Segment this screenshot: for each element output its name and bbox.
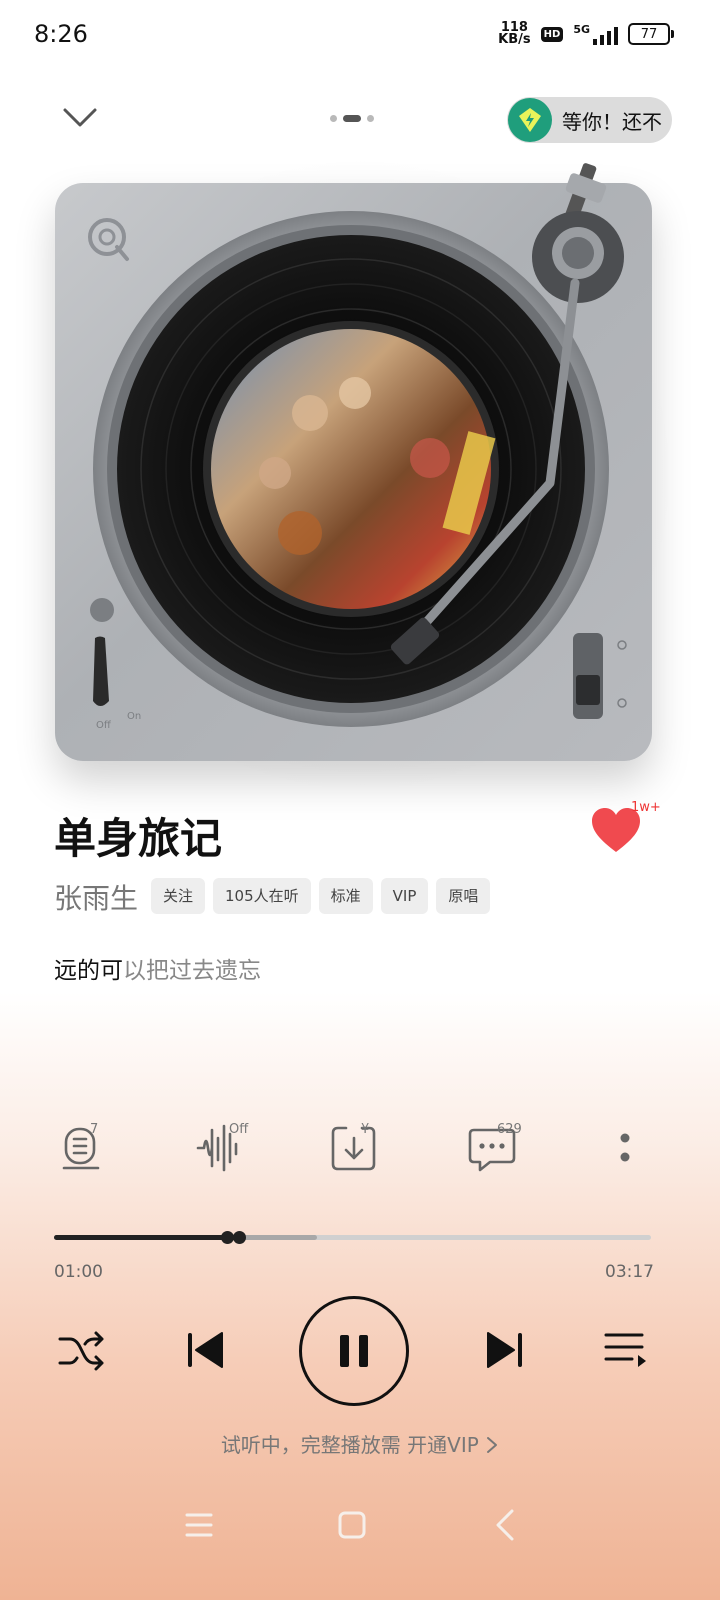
lyrics-button[interactable] bbox=[58, 1120, 114, 1176]
hd-badge: HD bbox=[540, 26, 564, 42]
lyrics-badge: 7 bbox=[90, 1122, 99, 1137]
page-dot bbox=[367, 115, 374, 122]
status-time: 8:26 bbox=[34, 20, 88, 48]
artist-name[interactable]: 张雨生 bbox=[54, 877, 138, 917]
song-tags: 关注 105人在听 标准 VIP 原唱 bbox=[151, 878, 491, 914]
progress-thumb[interactable] bbox=[233, 1231, 247, 1244]
trial-text: 试听中，完整播放需 bbox=[220, 1433, 401, 1457]
playlist-icon[interactable] bbox=[602, 1325, 652, 1375]
listeners-tag[interactable]: 105人在听 bbox=[213, 878, 311, 914]
page-indicator[interactable] bbox=[330, 115, 374, 122]
switch-off-label: Off bbox=[96, 720, 112, 731]
total-time: 03:17 bbox=[605, 1262, 654, 1282]
signal-icon: 5G bbox=[573, 23, 618, 45]
power-switch[interactable] bbox=[90, 598, 114, 706]
lyrics-icon bbox=[62, 1127, 100, 1170]
back-icon[interactable] bbox=[486, 1505, 526, 1545]
song-title: 单身旅记 bbox=[54, 814, 223, 863]
quality-tag[interactable]: 标准 bbox=[318, 878, 373, 914]
brand-logo-icon bbox=[88, 218, 129, 261]
pause-button[interactable] bbox=[299, 1296, 409, 1406]
switch-on-label: On bbox=[127, 711, 141, 722]
collapse-chevron-down-icon[interactable] bbox=[62, 104, 98, 134]
battery-icon: 77 bbox=[628, 23, 674, 45]
page-dot-active bbox=[343, 115, 361, 122]
played-bar bbox=[54, 1235, 240, 1240]
download-badge: ¥ bbox=[361, 1122, 370, 1137]
network-type: 5G bbox=[573, 23, 590, 36]
download-button[interactable] bbox=[326, 1120, 382, 1176]
current-lyric[interactable]: 远的可以把过去遗忘 bbox=[54, 951, 261, 985]
status-icons: 118 KB/s HD 5G 77 bbox=[498, 21, 674, 47]
speed-switch[interactable] bbox=[573, 633, 627, 719]
shuffle-icon[interactable] bbox=[56, 1325, 106, 1375]
original-tag[interactable]: 原唱 bbox=[436, 878, 491, 914]
page-dot bbox=[330, 115, 337, 122]
lyric-unsung: 以把过去遗忘 bbox=[123, 958, 261, 984]
network-speed: 118 KB/s bbox=[498, 21, 531, 47]
current-time: 01:00 bbox=[54, 1262, 103, 1282]
home-icon[interactable] bbox=[332, 1505, 372, 1545]
lightning-icon bbox=[508, 98, 552, 142]
promo-pill[interactable]: 等你！还不 bbox=[507, 97, 672, 143]
lyric-sung: 远的可 bbox=[54, 958, 123, 984]
net-speed-unit: KB/s bbox=[498, 32, 531, 47]
like-count: 1w+ bbox=[631, 800, 661, 815]
promo-text: 等你！还不 bbox=[562, 109, 662, 134]
follow-button[interactable]: 关注 bbox=[151, 878, 206, 914]
battery-level: 77 bbox=[640, 26, 658, 42]
turntable: Off On bbox=[55, 163, 652, 761]
trial-notice[interactable]: 试听中，完整播放需 开通VIP bbox=[0, 1429, 720, 1458]
pause-icon bbox=[340, 1335, 368, 1367]
effect-badge: Off bbox=[229, 1122, 249, 1137]
previous-icon[interactable] bbox=[180, 1325, 230, 1375]
more-options-icon[interactable] bbox=[610, 1130, 640, 1170]
vip-tag[interactable]: VIP bbox=[380, 878, 429, 914]
menu-icon[interactable] bbox=[179, 1505, 219, 1545]
comments-badge: 629 bbox=[497, 1122, 522, 1137]
chevron-right-icon bbox=[487, 1437, 498, 1453]
download-icon bbox=[331, 1126, 376, 1171]
vip-link[interactable]: 开通VIP bbox=[407, 1433, 479, 1457]
next-icon[interactable] bbox=[480, 1325, 530, 1375]
